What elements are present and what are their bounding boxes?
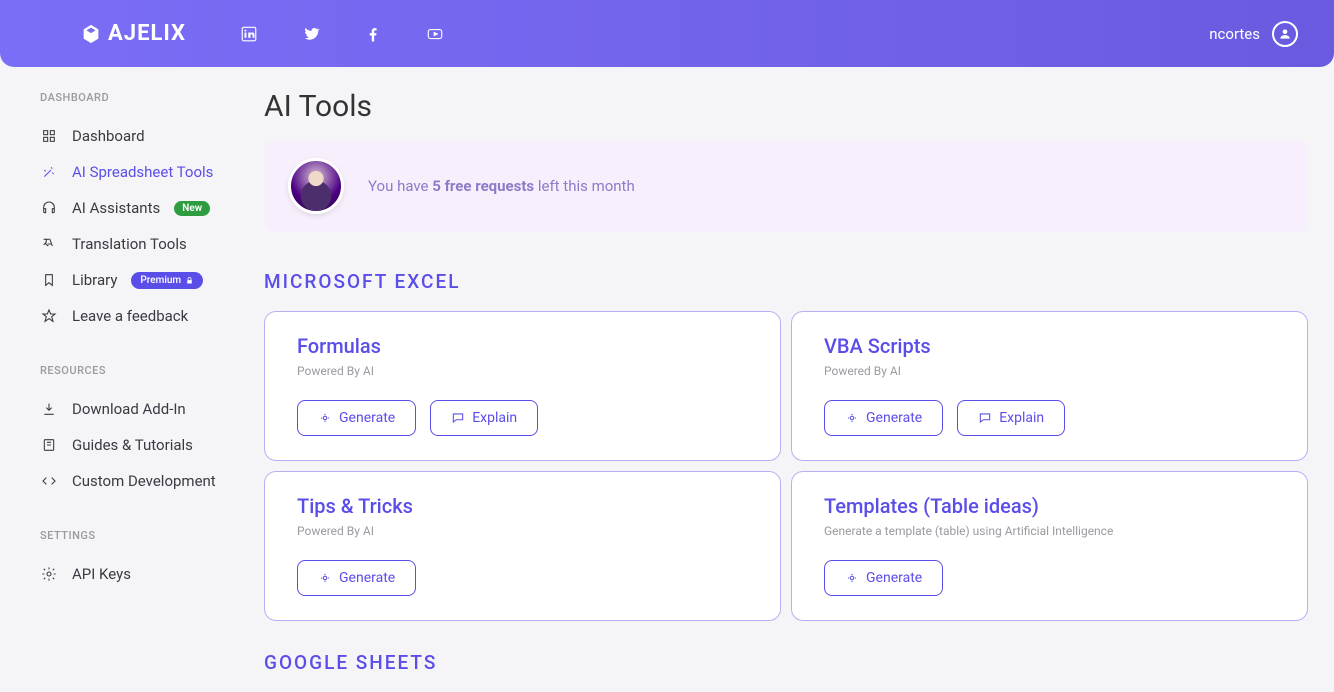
gear-icon	[40, 565, 58, 583]
sidebar: DASHBOARD Dashboard AI Spreadsheet Tools…	[0, 67, 264, 692]
explain-button[interactable]: Explain	[430, 400, 538, 436]
card-title: VBA Scripts	[824, 334, 1275, 358]
twitter-icon[interactable]	[302, 25, 320, 43]
card-vba: VBA Scripts Powered By AI Generate Expla…	[791, 311, 1308, 461]
sidebar-item-translation[interactable]: Translation Tools	[40, 226, 264, 262]
grid-icon	[40, 127, 58, 145]
download-icon	[40, 400, 58, 418]
card-subtitle: Powered By AI	[824, 364, 1275, 378]
sidebar-section-label: SETTINGS	[40, 529, 264, 542]
headset-icon	[40, 199, 58, 217]
sidebar-item-custom-dev[interactable]: Custom Development	[40, 463, 264, 499]
sidebar-item-label: Download Add-In	[72, 400, 186, 418]
card-title: Tips & Tricks	[297, 494, 748, 518]
sidebar-item-ai-spreadsheet[interactable]: AI Spreadsheet Tools	[40, 154, 264, 190]
youtube-icon[interactable]	[426, 25, 444, 43]
new-badge: New	[174, 201, 210, 216]
sparkle-icon	[845, 571, 859, 585]
generate-button[interactable]: Generate	[824, 400, 943, 436]
sidebar-item-label: API Keys	[72, 565, 131, 583]
premium-badge: Premium	[131, 272, 203, 289]
logo-text: AJELIX	[108, 21, 186, 46]
facebook-icon[interactable]	[364, 25, 382, 43]
card-grid: Formulas Powered By AI Generate Explain …	[264, 311, 1308, 621]
sidebar-item-label: AI Spreadsheet Tools	[72, 163, 213, 181]
sidebar-section-label: RESOURCES	[40, 364, 264, 377]
card-subtitle: Powered By AI	[297, 524, 748, 538]
star-icon	[40, 307, 58, 325]
card-formulas: Formulas Powered By AI Generate Explain	[264, 311, 781, 461]
main-content: AI Tools You have 5 free requests left t…	[264, 67, 1334, 692]
card-title: Templates (Table ideas)	[824, 494, 1275, 518]
page-title: AI Tools	[264, 89, 1308, 124]
lock-icon	[185, 276, 194, 285]
code-icon	[40, 472, 58, 490]
generate-button[interactable]: Generate	[297, 560, 416, 596]
sidebar-item-label: Leave a feedback	[72, 307, 188, 325]
linkedin-icon[interactable]	[240, 25, 258, 43]
bookmark-icon	[40, 271, 58, 289]
avatar-icon	[1272, 21, 1298, 47]
chat-icon	[451, 411, 465, 425]
logo-icon	[80, 23, 102, 45]
sidebar-item-label: Custom Development	[72, 472, 216, 490]
book-icon	[40, 436, 58, 454]
sidebar-item-dashboard[interactable]: Dashboard	[40, 118, 264, 154]
sidebar-item-label: AI Assistants	[72, 199, 160, 217]
wand-icon	[40, 163, 58, 181]
user-menu[interactable]: ncortes	[1209, 21, 1298, 47]
sidebar-item-guides[interactable]: Guides & Tutorials	[40, 427, 264, 463]
section-title-excel: MICROSOFT EXCEL	[264, 270, 1308, 293]
sidebar-item-download[interactable]: Download Add-In	[40, 391, 264, 427]
sparkle-icon	[318, 571, 332, 585]
card-subtitle: Generate a template (table) using Artifi…	[824, 524, 1275, 538]
card-subtitle: Powered By AI	[297, 364, 748, 378]
sidebar-item-ai-assistants[interactable]: AI Assistants New	[40, 190, 264, 226]
sidebar-item-label: Library	[72, 271, 117, 289]
app-header: AJELIX ncortes	[0, 0, 1334, 67]
sidebar-item-library[interactable]: Library Premium	[40, 262, 264, 298]
username: ncortes	[1209, 25, 1260, 43]
generate-button[interactable]: Generate	[297, 400, 416, 436]
card-title: Formulas	[297, 334, 748, 358]
card-templates: Templates (Table ideas) Generate a templ…	[791, 471, 1308, 621]
translate-icon	[40, 235, 58, 253]
sparkle-icon	[845, 411, 859, 425]
banner-text: You have 5 free requests left this month	[368, 177, 635, 195]
logo[interactable]: AJELIX	[80, 21, 186, 46]
sidebar-item-api-keys[interactable]: API Keys	[40, 556, 264, 592]
sidebar-item-feedback[interactable]: Leave a feedback	[40, 298, 264, 334]
sidebar-item-label: Translation Tools	[72, 235, 187, 253]
sidebar-section-label: DASHBOARD	[40, 91, 264, 104]
sidebar-item-label: Dashboard	[72, 127, 145, 145]
header-left: AJELIX	[80, 21, 444, 46]
chat-icon	[978, 411, 992, 425]
social-links	[240, 25, 444, 43]
card-tips: Tips & Tricks Powered By AI Generate	[264, 471, 781, 621]
sparkle-icon	[318, 411, 332, 425]
assistant-avatar	[288, 158, 344, 214]
section-title-sheets: GOOGLE SHEETS	[264, 651, 1308, 674]
explain-button[interactable]: Explain	[957, 400, 1065, 436]
sidebar-item-label: Guides & Tutorials	[72, 436, 193, 454]
free-requests-banner: You have 5 free requests left this month	[264, 140, 1308, 232]
generate-button[interactable]: Generate	[824, 560, 943, 596]
